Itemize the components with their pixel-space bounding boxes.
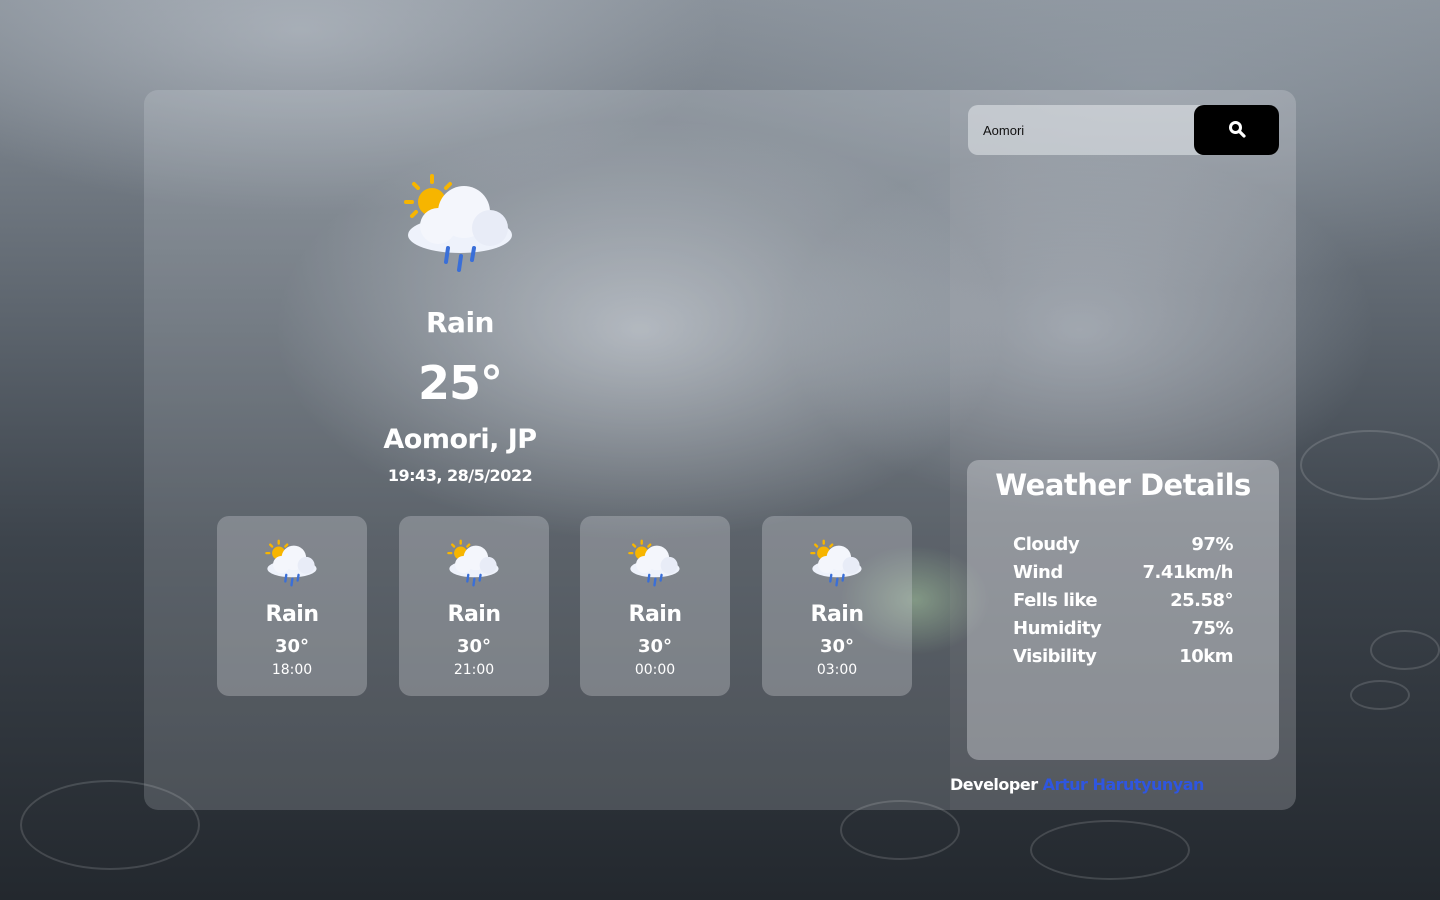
current-condition: Rain (426, 306, 495, 339)
detail-value: 75% (1191, 617, 1233, 639)
developer-link[interactable]: Artur Harutyunyan (1043, 775, 1205, 794)
developer-credit: Developer Artur Harutyunyan (950, 775, 1204, 794)
details-title: Weather Details (995, 468, 1251, 502)
forecast-condition: Rain (628, 602, 683, 627)
detail-row-visibility: Visibility 10km (1013, 642, 1233, 670)
search-button[interactable] (1194, 105, 1279, 155)
current-temperature: 25° (417, 356, 503, 410)
forecast-time: 03:00 (816, 662, 858, 678)
detail-label: Wind (1013, 561, 1063, 583)
detail-label: Visibility (1013, 645, 1097, 667)
detail-label: Humidity (1013, 617, 1102, 639)
detail-row-cloudy: Cloudy 97% (1013, 530, 1233, 558)
forecast-temperature: 30° (456, 636, 492, 657)
sun-cloud-rain-icon (444, 538, 502, 590)
detail-label: Fells like (1013, 589, 1098, 611)
forecast-condition: Rain (810, 602, 865, 627)
detail-row-wind: Wind 7.41km/h (1013, 558, 1233, 586)
sun-cloud-rain-icon (400, 170, 516, 280)
forecast-temperature: 30° (819, 636, 855, 657)
sun-cloud-rain-icon (262, 538, 320, 590)
detail-row-feels-like: Fells like 25.58° (1013, 586, 1233, 614)
forecast-card: Rain 30° 18:00 (217, 516, 367, 696)
forecast-card: Rain 30° 21:00 (399, 516, 549, 696)
detail-label: Cloudy (1013, 533, 1080, 555)
current-location: Aomori, JP (383, 424, 537, 455)
detail-row-humidity: Humidity 75% (1013, 614, 1233, 642)
developer-prefix: Developer (950, 775, 1038, 794)
weather-details-card: Weather Details Cloudy 97% Wind 7.41km/h… (967, 460, 1279, 760)
detail-value: 10km (1179, 645, 1233, 667)
sun-cloud-rain-icon (807, 538, 865, 590)
forecast-temperature: 30° (637, 636, 673, 657)
detail-value: 97% (1191, 533, 1233, 555)
forecast-card: Rain 30° 00:00 (580, 516, 730, 696)
forecast-time: 18:00 (271, 662, 313, 678)
forecast-temperature: 30° (274, 636, 310, 657)
forecast-time: 21:00 (453, 662, 495, 678)
search-icon (1228, 120, 1246, 141)
current-datetime: 19:43, 28/5/2022 (387, 466, 533, 485)
forecast-time: 00:00 (634, 662, 676, 678)
detail-value: 25.58° (1170, 589, 1233, 611)
search-input[interactable] (968, 105, 1194, 155)
forecast-condition: Rain (447, 602, 502, 627)
sun-cloud-rain-icon (625, 538, 683, 590)
forecast-card: Rain 30° 03:00 (762, 516, 912, 696)
detail-value: 7.41km/h (1142, 561, 1233, 583)
forecast-condition: Rain (265, 602, 320, 627)
